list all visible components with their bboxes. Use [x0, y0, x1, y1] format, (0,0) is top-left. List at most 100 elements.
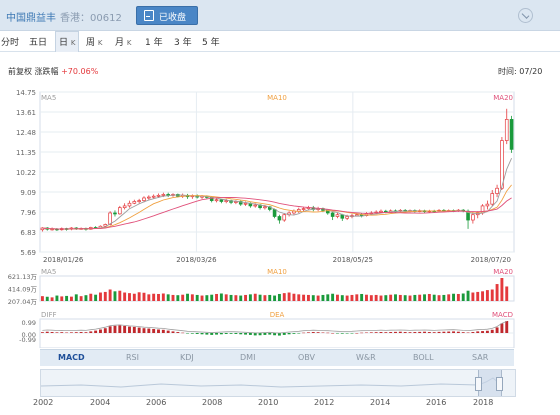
macd-bar	[118, 325, 122, 333]
year-label: 2002	[33, 398, 54, 407]
macd-bar	[152, 329, 156, 333]
volume-bar	[137, 292, 141, 301]
tab-boll[interactable]: BOLL	[413, 353, 434, 362]
tab-obv[interactable]: OBV	[298, 353, 315, 362]
volume-bar	[384, 295, 388, 301]
macd-bar	[282, 333, 286, 335]
volume-bar	[113, 291, 117, 301]
candle-body	[495, 187, 499, 194]
candle-body	[151, 195, 156, 198]
navigator-left-handle[interactable]	[475, 377, 482, 391]
tab-3-year[interactable]: 3 年	[174, 35, 192, 48]
volume-bar	[200, 295, 204, 301]
volume-bar	[108, 289, 112, 301]
macd-bar	[205, 333, 209, 335]
tab-dmi[interactable]: DMI	[240, 353, 255, 362]
tab-intraday[interactable]: 分时	[1, 35, 19, 48]
tab-suffix: 年	[182, 38, 192, 48]
macd-bar	[442, 331, 446, 333]
macd-bar	[132, 326, 136, 333]
tab-monthly-k[interactable]: 月 K	[115, 35, 131, 48]
volume-bar	[495, 284, 499, 301]
volume-bar	[394, 294, 397, 301]
price-tick-label: 13.61	[16, 109, 36, 117]
tab-1-year[interactable]: 1 年	[145, 35, 163, 48]
price-tick-label: 14.75	[16, 89, 36, 97]
volume-bar	[273, 295, 277, 301]
tab-sar[interactable]: SAR	[472, 353, 488, 362]
year-label: 2016	[426, 398, 447, 407]
volume-bar	[40, 296, 44, 301]
year-label: 2006	[146, 398, 167, 407]
macd-bar	[369, 332, 373, 333]
price-tick-label: 11.35	[16, 149, 36, 157]
candle-body	[504, 119, 509, 141]
macd-bar	[79, 332, 83, 333]
volume-bar	[427, 293, 431, 301]
macd-bar	[103, 328, 107, 333]
volume-bar	[99, 292, 102, 301]
navigator-right-handle[interactable]	[496, 377, 503, 391]
macd-legend-label: MACD	[492, 311, 513, 319]
volume-bar	[408, 295, 412, 301]
macd-tick-label: 0.99	[22, 319, 36, 327]
macd-bar	[423, 331, 426, 333]
macd-bar	[485, 330, 489, 333]
macd-bar	[505, 321, 509, 333]
macd-bar	[229, 333, 233, 334]
macd-bar	[50, 332, 54, 333]
year-label: 2014	[370, 398, 391, 407]
range-navigator[interactable]	[40, 369, 516, 397]
macd-bar	[253, 333, 257, 336]
volume-bar	[369, 295, 373, 301]
tab-5-year[interactable]: 5 年	[202, 35, 220, 48]
volume-bar	[157, 293, 160, 301]
macd-bar	[248, 333, 252, 335]
candle-body	[127, 202, 132, 207]
macd-bar	[157, 329, 160, 333]
kline-chart[interactable]: 14.75 13.61 12.48 11.35 10.22 9.09 7.96 6.83 5.6…	[0, 86, 560, 348]
tab-macd[interactable]: MACD	[58, 353, 85, 362]
volume-bar	[69, 296, 73, 301]
adjust-info: 前复权 涨跌幅 +70.06%	[8, 66, 98, 77]
tab-rsi[interactable]: RSI	[126, 353, 139, 362]
candle-body	[263, 206, 267, 209]
macd-bar	[394, 331, 397, 333]
candle-body	[118, 207, 122, 215]
adjust-label[interactable]: 前复权	[8, 67, 32, 76]
volume-bar	[210, 294, 214, 301]
candle-body	[345, 216, 349, 219]
lock-icon	[144, 10, 154, 21]
macd-bar	[336, 333, 339, 334]
macd-legend-label: DIFF	[41, 311, 57, 319]
candle-body	[490, 193, 495, 205]
volume-bar	[442, 294, 446, 301]
tab-weekly-k[interactable]: 周 K	[86, 35, 102, 48]
collapse-icon[interactable]	[518, 8, 533, 23]
tab-kdj[interactable]: KDJ	[180, 353, 194, 362]
tab-daily-k[interactable]: 日 K	[55, 31, 80, 52]
macd-bar	[40, 332, 44, 333]
volume-bar	[500, 278, 504, 301]
macd-bar	[176, 332, 180, 333]
navigator-selection[interactable]	[475, 370, 503, 396]
tab-suffix: K	[126, 39, 132, 47]
tab-label: 3	[174, 38, 180, 48]
macd-bar	[437, 331, 441, 333]
tab-wr[interactable]: W&R	[356, 353, 376, 362]
macd-bar	[365, 332, 368, 334]
macd-bar	[452, 331, 455, 333]
date-tick-label: 2018/03/26	[176, 256, 217, 264]
tab-five-day[interactable]: 五日	[29, 35, 47, 48]
macd-bar	[108, 326, 112, 333]
volume-bar	[263, 295, 267, 301]
volume-bar	[205, 295, 209, 301]
volume-bar	[287, 292, 291, 301]
market-status-button[interactable]: 已收盘	[136, 6, 198, 25]
volume-bar	[268, 294, 272, 301]
macd-bar	[263, 333, 267, 335]
navigator-sparkline	[41, 377, 501, 388]
macd-bar	[490, 329, 494, 333]
indicator-tabs: MACD RSI KDJ DMI OBV W&R BOLL SAR	[40, 349, 514, 366]
macd-bar	[427, 332, 431, 333]
